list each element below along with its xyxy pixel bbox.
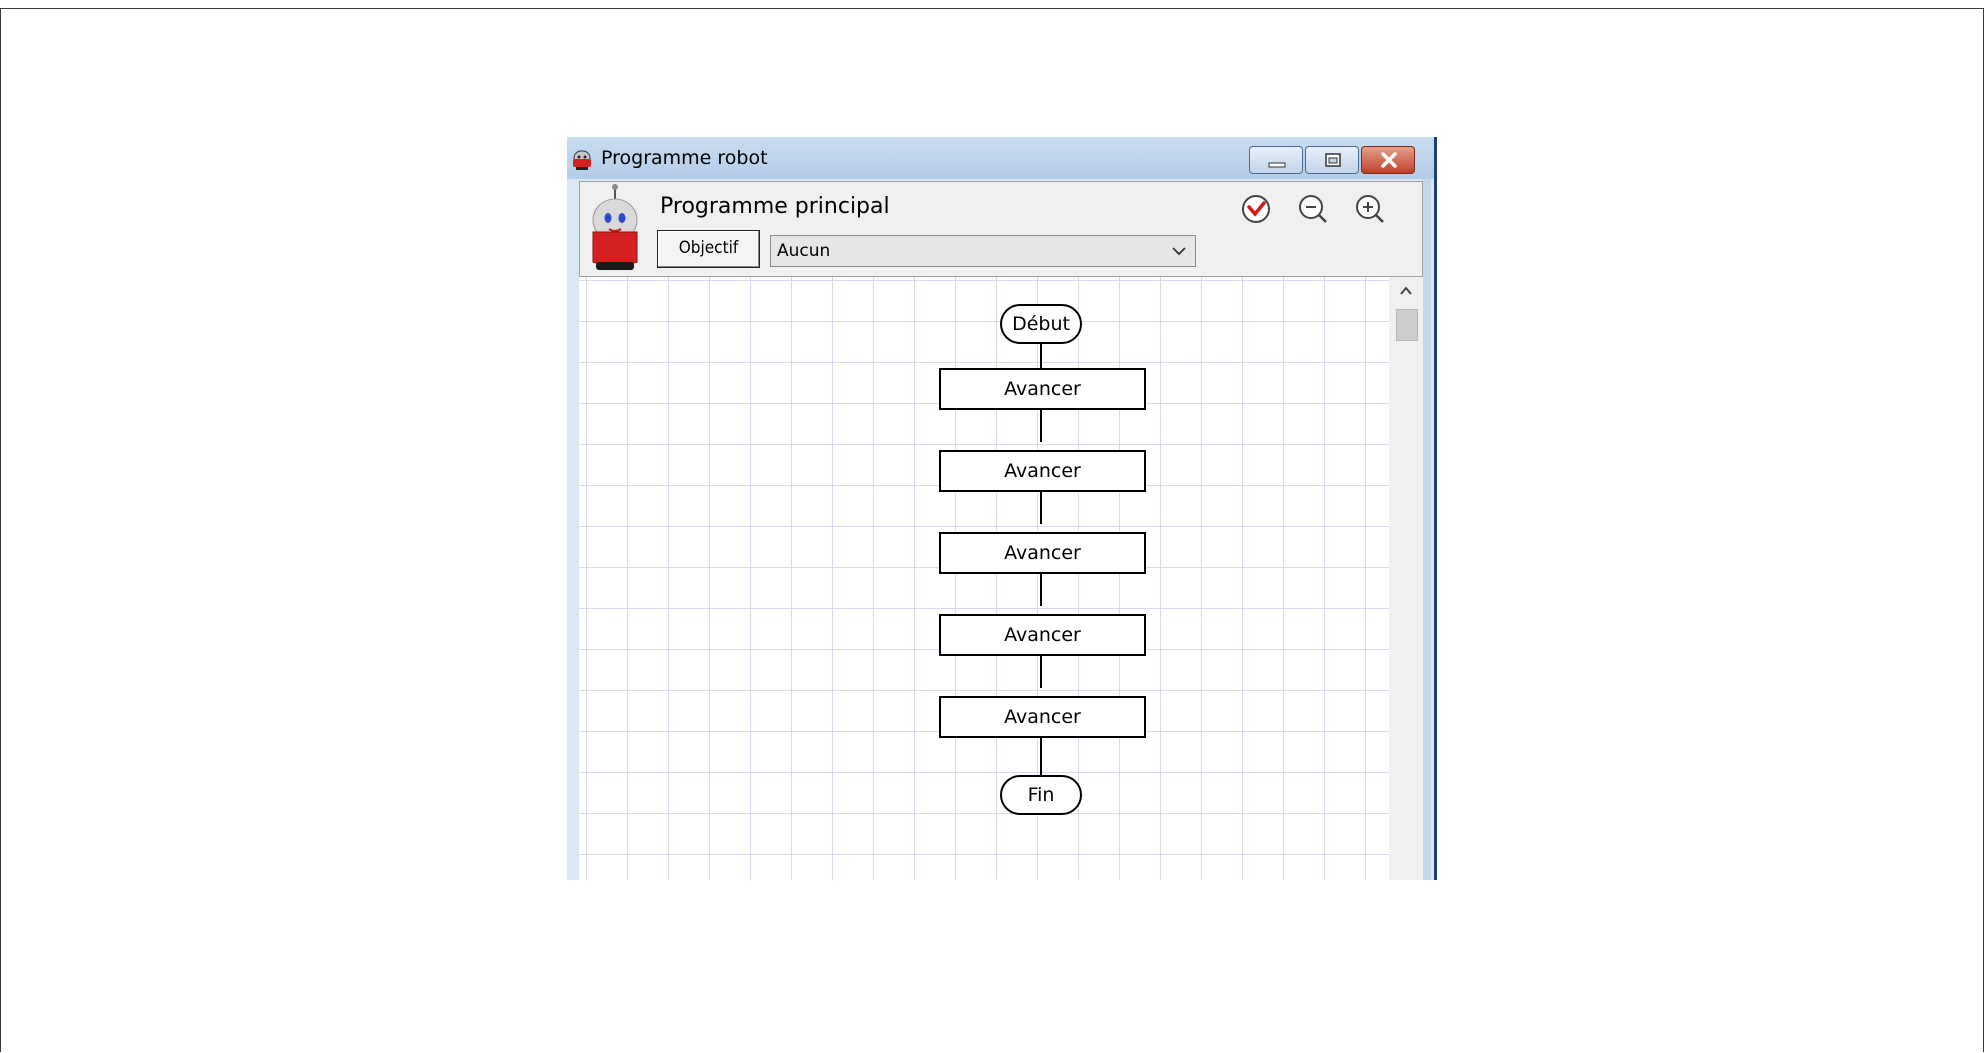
objectif-button[interactable]: Objectif	[657, 230, 760, 268]
connector-line	[1040, 344, 1042, 368]
program-window: Programme robot Programme principal Obje…	[567, 137, 1437, 880]
connector-line	[1040, 574, 1042, 606]
close-icon	[1381, 152, 1397, 168]
connector-line	[1040, 738, 1042, 775]
maximize-button[interactable]	[1305, 146, 1359, 174]
zoom-out-icon[interactable]	[1296, 192, 1330, 226]
flowchart-step[interactable]: Avancer	[939, 614, 1146, 656]
minimize-button[interactable]	[1249, 146, 1303, 174]
scroll-up-icon[interactable]	[1398, 285, 1414, 297]
program-header: Programme principal Objectif Aucun	[579, 181, 1423, 277]
program-title: Programme principal	[660, 194, 890, 219]
flowchart-step[interactable]: Avancer	[939, 532, 1146, 574]
title-bar[interactable]: Programme robot	[567, 137, 1434, 179]
chevron-down-icon	[1172, 247, 1186, 256]
flowchart-step[interactable]: Avancer	[939, 450, 1146, 492]
minimize-icon	[1268, 162, 1286, 168]
objective-select-value: Aucun	[777, 241, 831, 261]
zoom-in-icon[interactable]	[1353, 192, 1387, 226]
flowchart-step[interactable]: Avancer	[939, 368, 1146, 410]
window-border	[1423, 179, 1431, 880]
robot-avatar	[592, 184, 638, 270]
flowchart-step[interactable]: Avancer	[939, 696, 1146, 738]
connector-line	[1040, 410, 1042, 442]
maximize-icon	[1325, 153, 1341, 167]
window-title: Programme robot	[601, 147, 768, 169]
robot-app-icon	[573, 150, 591, 170]
connector-line	[1040, 492, 1042, 524]
flowchart-canvas[interactable]: Début Avancer Avancer Avancer Avancer Av…	[579, 277, 1389, 880]
end-node[interactable]: Fin	[1000, 775, 1082, 815]
run-check-icon[interactable]	[1239, 192, 1273, 226]
scroll-thumb[interactable]	[1396, 309, 1418, 341]
objective-select[interactable]: Aucun	[770, 235, 1196, 267]
connector-line	[1040, 656, 1042, 688]
close-button[interactable]	[1361, 146, 1415, 174]
vertical-scrollbar[interactable]	[1389, 277, 1423, 880]
start-node[interactable]: Début	[1000, 304, 1082, 344]
